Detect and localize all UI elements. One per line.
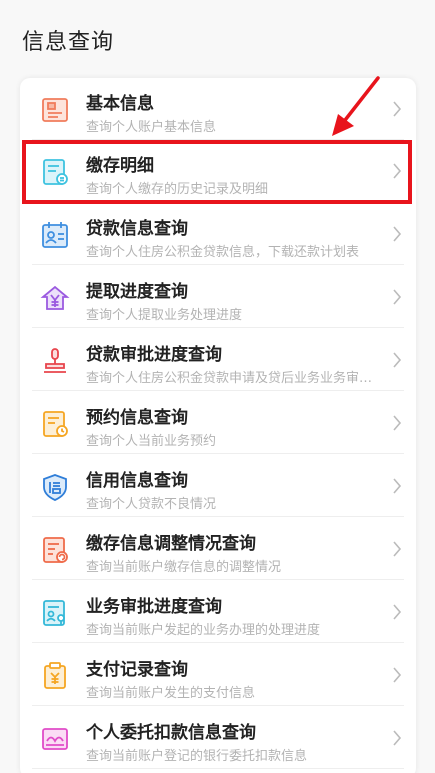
list-item-deposit-detail[interactable]: 缴存明细 查询个人缴存的历史记录及明细 bbox=[20, 140, 416, 202]
item-title: 支付记录查询 bbox=[86, 660, 188, 680]
approval-doc-icon bbox=[40, 598, 70, 628]
list-item-credit-info[interactable]: 信用信息查询 查询个人贷款不良情况 bbox=[20, 455, 416, 517]
list-item-withdraw-progress[interactable]: 提取进度查询 查询个人提取业务处理进度 bbox=[20, 266, 416, 328]
chevron-right-icon bbox=[393, 541, 402, 557]
calendar-person-icon bbox=[40, 220, 70, 250]
deposit-doc-icon bbox=[40, 157, 70, 187]
divider bbox=[32, 516, 404, 517]
id-card-icon bbox=[40, 95, 70, 125]
item-subtitle: 查询个人住房公积金贷款申请及贷后业务业务审批进度 bbox=[86, 371, 382, 386]
red-arrow-icon bbox=[332, 76, 380, 136]
query-list-card: 基本信息 查询个人账户基本信息 缴存明细 查询个人缴存的历史记录及明细 贷款信息… bbox=[20, 78, 416, 773]
item-title: 基本信息 bbox=[86, 94, 154, 114]
chevron-right-icon bbox=[393, 667, 402, 683]
chevron-right-icon bbox=[393, 163, 402, 179]
house-yen-icon bbox=[40, 283, 70, 313]
page-title: 信息查询 bbox=[22, 30, 115, 55]
item-title: 业务审批进度查询 bbox=[86, 597, 222, 617]
payment-record-icon bbox=[40, 661, 70, 691]
item-title: 贷款审批进度查询 bbox=[86, 345, 222, 365]
divider bbox=[32, 201, 404, 202]
item-title: 贷款信息查询 bbox=[86, 219, 188, 239]
chevron-right-icon bbox=[393, 226, 402, 242]
adjust-doc-icon bbox=[40, 535, 70, 565]
entrust-card-icon bbox=[40, 724, 70, 754]
chevron-right-icon bbox=[393, 730, 402, 746]
item-title: 信用信息查询 bbox=[86, 471, 188, 491]
query-page: 信息查询 基本信息 查询个人账户基本信息 缴存明细 查询个人缴存的历史记录及明细… bbox=[0, 0, 435, 773]
item-subtitle: 查询当前账户缴存信息的调整情况 bbox=[86, 560, 282, 575]
divider bbox=[32, 579, 404, 580]
chevron-right-icon bbox=[393, 415, 402, 431]
list-item-deposit-adjustment[interactable]: 缴存信息调整情况查询 查询当前账户缴存信息的调整情况 bbox=[20, 518, 416, 580]
item-subtitle: 查询个人缴存的历史记录及明细 bbox=[86, 182, 269, 197]
divider bbox=[32, 327, 404, 328]
list-item-appointment-info[interactable]: 预约信息查询 查询个人当前业务预约 bbox=[20, 392, 416, 454]
stamp-icon bbox=[40, 346, 70, 376]
list-item-payment-record[interactable]: 支付记录查询 查询当前账户发生的支付信息 bbox=[20, 644, 416, 706]
list-item-entrusted-deduction[interactable]: 个人委托扣款信息查询 查询当前账户登记的银行委托扣款信息 bbox=[20, 707, 416, 769]
item-subtitle: 查询当前账户发生的支付信息 bbox=[86, 686, 256, 701]
item-subtitle: 查询个人住房公积金贷款信息，下载还款计划表 bbox=[86, 245, 360, 260]
item-subtitle: 查询个人贷款不良情况 bbox=[86, 497, 217, 512]
list-item-loan-info[interactable]: 贷款信息查询 查询个人住房公积金贷款信息，下载还款计划表 bbox=[20, 203, 416, 265]
item-title: 提取进度查询 bbox=[86, 282, 188, 302]
item-title: 个人委托扣款信息查询 bbox=[86, 723, 256, 743]
divider bbox=[32, 453, 404, 454]
item-title: 缴存信息调整情况查询 bbox=[86, 534, 256, 554]
item-subtitle: 查询当前账户发起的业务办理的处理进度 bbox=[86, 623, 321, 638]
item-subtitle: 查询个人当前业务预约 bbox=[86, 434, 217, 449]
divider bbox=[32, 390, 404, 391]
clock-doc-icon bbox=[40, 409, 70, 439]
divider bbox=[32, 768, 404, 769]
item-title: 缴存明细 bbox=[86, 156, 154, 176]
list-item-business-approval-progress[interactable]: 业务审批进度查询 查询当前账户发起的业务办理的处理进度 bbox=[20, 581, 416, 643]
chevron-right-icon bbox=[393, 352, 402, 368]
item-subtitle: 查询个人提取业务处理进度 bbox=[86, 308, 243, 323]
item-title: 预约信息查询 bbox=[86, 408, 188, 428]
divider bbox=[32, 642, 404, 643]
chevron-right-icon bbox=[393, 478, 402, 494]
list-item-loan-approval-progress[interactable]: 贷款审批进度查询 查询个人住房公积金贷款申请及贷后业务业务审批进度 bbox=[20, 329, 416, 391]
divider bbox=[32, 705, 404, 706]
chevron-right-icon bbox=[393, 101, 402, 117]
item-subtitle: 查询当前账户登记的银行委托扣款信息 bbox=[86, 749, 308, 764]
credit-shield-icon bbox=[40, 472, 70, 502]
chevron-right-icon bbox=[393, 604, 402, 620]
divider bbox=[32, 264, 404, 265]
chevron-right-icon bbox=[393, 289, 402, 305]
